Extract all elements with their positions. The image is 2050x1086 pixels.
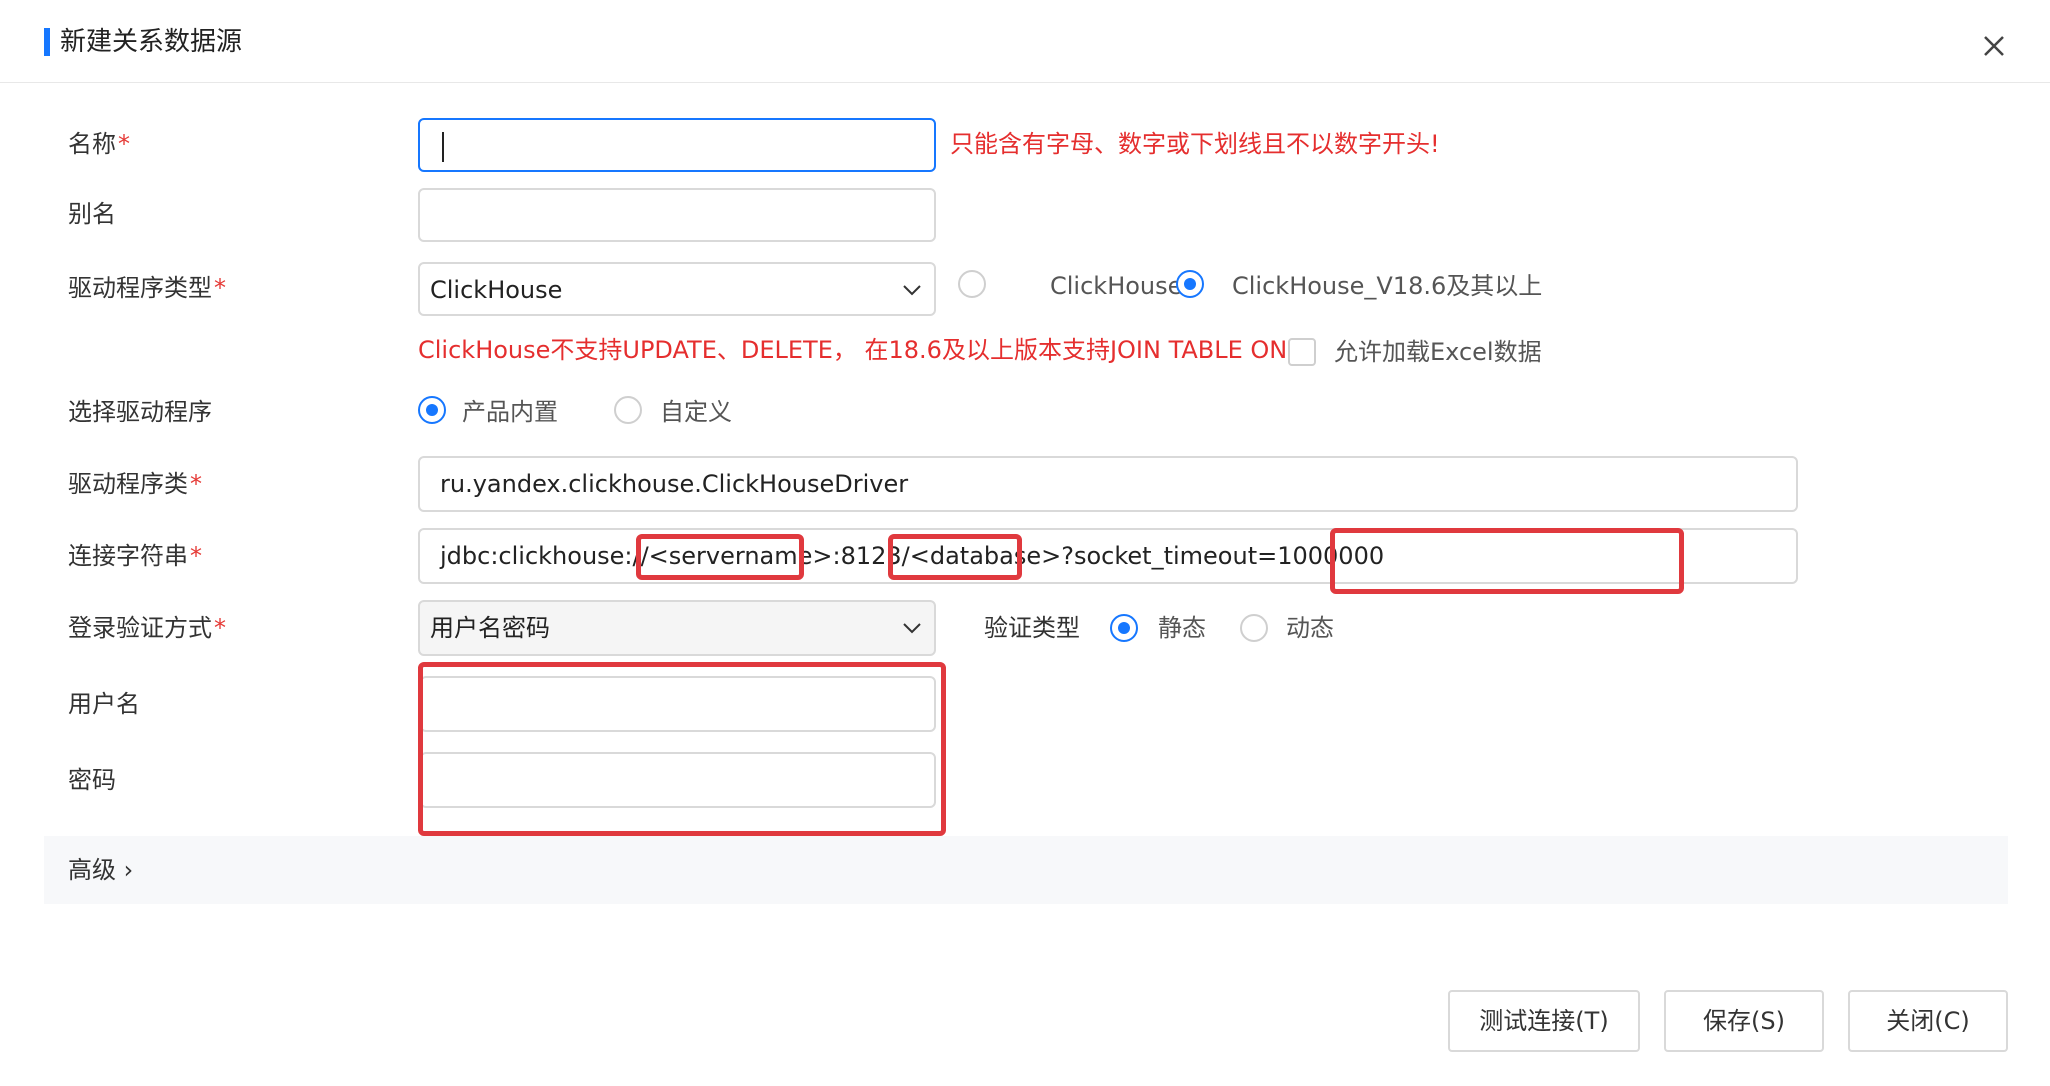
advanced-section[interactable]: 高级 ›: [44, 836, 2008, 904]
radio-clickhouse[interactable]: [958, 270, 986, 298]
close-icon[interactable]: [1976, 28, 2012, 64]
alias-input[interactable]: [418, 188, 936, 242]
allow-excel-label: 允许加载Excel数据: [1334, 338, 1542, 366]
new-datasource-dialog: 新建关系数据源 名称* 只能含有字母、数字或下划线且不以数字开头! 别名 驱动程…: [0, 0, 2050, 1086]
allow-excel-checkbox[interactable]: [1288, 338, 1316, 366]
auth-method-label: 登录验证方式*: [68, 614, 226, 642]
alias-label: 别名: [68, 200, 116, 228]
driver-class-input[interactable]: ru.yandex.clickhouse.ClickHouseDriver: [418, 456, 1798, 512]
save-button[interactable]: 保存(S): [1664, 990, 1824, 1052]
radio-custom-label: 自定义: [660, 398, 732, 426]
name-input[interactable]: [418, 118, 936, 172]
driver-class-label: 驱动程序类*: [68, 470, 202, 498]
verify-type-label: 验证类型: [984, 614, 1080, 642]
driver-select-label: 选择驱动程序: [68, 398, 212, 426]
text-caret: [442, 132, 444, 162]
radio-clickhouse-label: ClickHouse: [1050, 272, 1183, 300]
advanced-toggle[interactable]: 高级 ›: [68, 854, 133, 886]
header-divider: [0, 82, 2050, 83]
title-accent-bar: [44, 28, 50, 56]
driver-type-label: 驱动程序类型*: [68, 274, 226, 302]
radio-clickhouse-v18[interactable]: [1176, 270, 1204, 298]
radio-dynamic-label: 动态: [1286, 614, 1334, 642]
credentials-highlight: [418, 662, 946, 836]
test-connection-button[interactable]: 测试连接(T): [1448, 990, 1640, 1052]
database-highlight: [888, 534, 1022, 580]
name-error-message: 只能含有字母、数字或下划线且不以数字开头!: [950, 130, 1440, 158]
radio-custom[interactable]: [614, 396, 642, 424]
connection-string-label: 连接字符串*: [68, 542, 202, 570]
close-button[interactable]: 关闭(C): [1848, 990, 2008, 1052]
name-label: 名称*: [68, 130, 130, 158]
dialog-title: 新建关系数据源: [60, 27, 243, 57]
chevron-down-icon: [903, 285, 921, 296]
radio-static[interactable]: [1110, 614, 1138, 642]
radio-dynamic[interactable]: [1240, 614, 1268, 642]
radio-builtin-label: 产品内置: [462, 398, 558, 426]
username-label: 用户名: [68, 690, 140, 718]
radio-clickhouse-v18-label: ClickHouse_V18.6及其以上: [1232, 272, 1543, 300]
params-highlight: [1330, 528, 1684, 594]
password-label: 密码: [68, 766, 116, 794]
auth-method-select[interactable]: 用户名密码: [418, 600, 936, 656]
servername-highlight: [636, 534, 804, 580]
driver-type-select[interactable]: ClickHouse: [418, 262, 936, 316]
chevron-down-icon: [903, 623, 921, 634]
driver-type-note: ClickHouse不支持UPDATE、DELETE， 在18.6及以上版本支持…: [418, 336, 1288, 364]
radio-builtin[interactable]: [418, 396, 446, 424]
radio-static-label: 静态: [1158, 614, 1206, 642]
